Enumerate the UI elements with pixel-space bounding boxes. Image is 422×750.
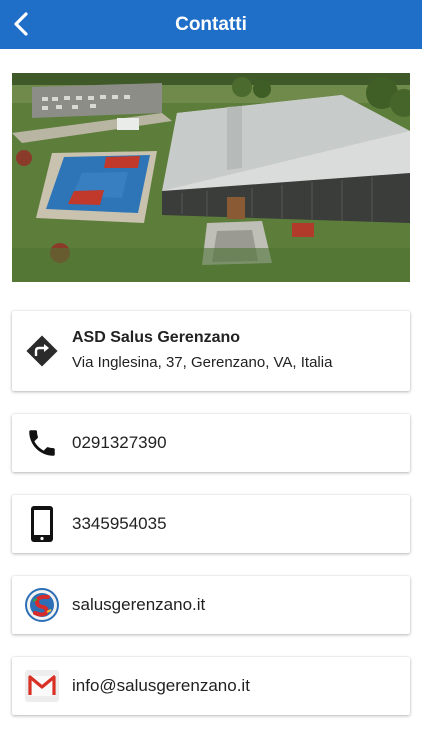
venue-address: Via Inglesina, 37, Gerenzano, VA, Italia — [72, 354, 333, 371]
back-button[interactable] — [6, 8, 36, 40]
smartphone-icon — [24, 506, 60, 542]
website-card[interactable]: salusgerenzano.it — [12, 576, 410, 634]
phone-number: 0291327390 — [72, 433, 167, 452]
gmail-icon — [24, 668, 60, 704]
nav-bar: Contatti — [0, 0, 422, 49]
directions-icon — [24, 333, 60, 369]
website-link: salusgerenzano.it — [72, 595, 206, 614]
mobile-number: 3345954035 — [72, 514, 167, 533]
club-logo-icon — [24, 587, 60, 623]
page-title: Contatti — [175, 13, 247, 35]
email-card[interactable]: info@salusgerenzano.it — [12, 657, 410, 715]
address-card[interactable]: ASD Salus Gerenzano Via Inglesina, 37, G… — [12, 311, 410, 391]
venue-name: ASD Salus Gerenzano — [72, 329, 241, 346]
email-address: info@salusgerenzano.it — [72, 676, 250, 695]
mobile-card[interactable]: 3345954035 — [12, 495, 410, 553]
chevron-left-icon — [14, 12, 28, 36]
venue-photo — [12, 73, 410, 282]
phone-icon — [24, 425, 60, 461]
phone-card[interactable]: 0291327390 — [12, 414, 410, 472]
